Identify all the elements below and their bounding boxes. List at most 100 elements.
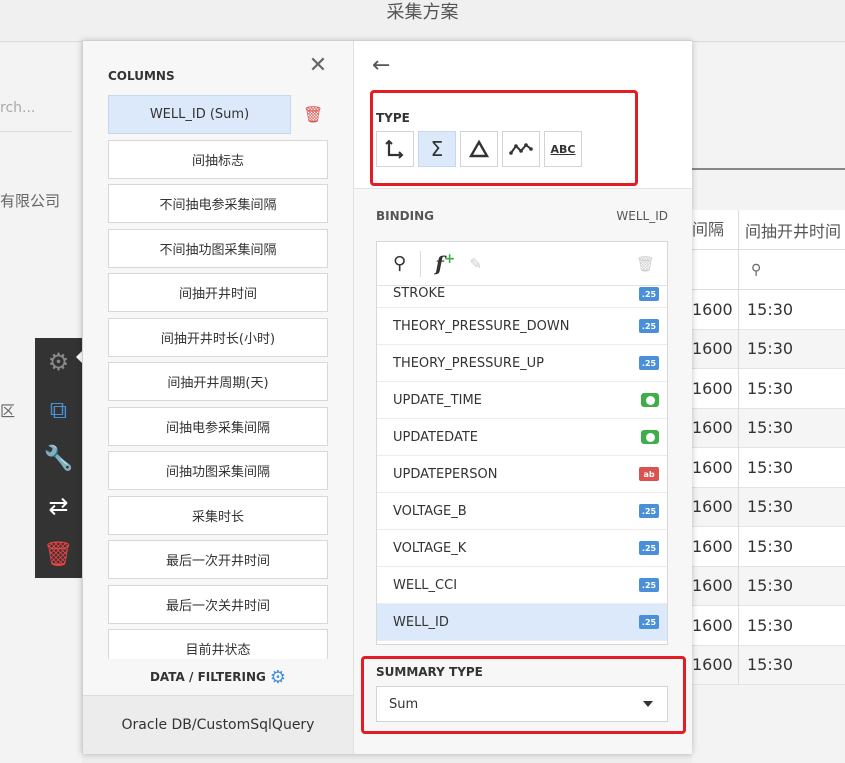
column-item[interactable]: 间抽开井时长(小时) [108, 317, 328, 357]
columns-section: COLUMNS ✕ WELL_ID (Sum) 🗑 间抽标志不间抽电参采集间隔 不间抽… [83, 41, 354, 754]
binding-item-label: VOLTAGE_K [393, 540, 467, 556]
back-arrow-icon[interactable]: ← [372, 53, 390, 78]
grid-row[interactable]: 1600 15:30 [686, 526, 845, 567]
column-item[interactable]: 间抽开井时间 [108, 273, 328, 312]
binding-item[interactable]: VOLTAGE_K .25 [377, 530, 667, 567]
grid-cell: 1600 [686, 447, 739, 487]
grid-filter-cell[interactable] [686, 249, 739, 290]
background-company-text: 有限公司 [0, 192, 61, 210]
grid-cell: 15:30 [747, 536, 794, 556]
grid-cell: 15:30 [747, 497, 794, 517]
grid-cell: 1600 [686, 368, 739, 408]
selected-column-row: WELL_ID (Sum) 🗑 [108, 95, 338, 134]
binding-item-label: UPDATEPERSON [393, 466, 498, 482]
number-type-icon: .25 [639, 615, 659, 629]
search-icon[interactable]: ⚲ [393, 253, 406, 274]
binding-item-label: THEORY_PRESSURE_UP [393, 355, 545, 371]
column-item[interactable]: 最后一次开井时间 [108, 540, 328, 579]
trash-icon[interactable]: 🗑 [636, 255, 655, 273]
background-grid: 间隔 间抽开井时间 ⚲ 1600 15:30 1600 15:30 1600 15:30 1… [685, 209, 845, 685]
number-type-icon: .25 [639, 287, 659, 301]
background-header: 采集方案 [0, 0, 845, 42]
column-item[interactable]: 不间抽功图采集间隔 [108, 228, 328, 268]
convert-icon[interactable]: ⧉ [35, 386, 82, 434]
binding-item[interactable]: WELL_CCI .25 [377, 567, 667, 604]
edit-icon[interactable]: ✎ [470, 255, 483, 273]
grid-row[interactable]: 1600 15:30 [686, 566, 845, 606]
data-source-label[interactable]: Oracle DB/CustomSqlQuery [83, 695, 353, 754]
grid-row[interactable]: 1600 15:30 [686, 605, 845, 646]
column-item[interactable]: 不间抽电参采集间隔 [108, 184, 328, 223]
grid-cell: 15:30 [747, 457, 794, 477]
grid-header-row: 间隔 间抽开井时间 [686, 209, 845, 250]
columns-list: WELL_ID (Sum) 🗑 间抽标志不间抽电参采集间隔 不间抽功图采集间隔 间抽开井… [108, 95, 338, 659]
grid-cell: 15:30 [747, 615, 794, 635]
number-type-icon: .25 [639, 541, 659, 555]
trash-icon[interactable]: 🗑 [35, 530, 82, 578]
binding-item[interactable]: THEORY_PRESSURE_DOWN .25 [377, 308, 667, 345]
column-item[interactable]: 间抽电参采集间隔 [108, 406, 328, 446]
gear-icon[interactable]: ⚙ [35, 338, 82, 386]
column-item[interactable]: 采集时长 [108, 495, 328, 535]
columns-header: COLUMNS [108, 69, 175, 83]
grid-row[interactable]: 1600 15:30 [686, 408, 845, 448]
datetime-type-icon [641, 430, 659, 444]
binding-item-label: UPDATE_TIME [393, 392, 482, 408]
toolbar-separator [420, 250, 422, 277]
number-type-icon: .25 [639, 578, 659, 592]
highlight-box-summary [361, 656, 686, 734]
column-item[interactable]: 间抽功图采集间隔 [108, 451, 328, 490]
binding-label: BINDING [376, 209, 434, 223]
binding-item[interactable]: VOLTAGE_B .25 [377, 493, 667, 530]
column-item[interactable]: 最后一次关井时间 [108, 584, 328, 624]
grid-row[interactable]: 1600 15:30 [686, 329, 845, 369]
binding-value: WELL_ID [616, 209, 668, 223]
binding-item-label: UPDATEDATE [393, 429, 478, 445]
binding-item[interactable]: UPDATEPERSON ab [377, 456, 667, 493]
background-divider [692, 168, 845, 170]
grid-cell: 15:30 [747, 299, 794, 319]
number-type-icon: .25 [639, 319, 659, 333]
grid-row[interactable]: 1600 15:30 [686, 289, 845, 330]
grid-cell: 1600 [686, 526, 739, 566]
binding-item[interactable]: WELL_ID .25 [377, 604, 667, 641]
trash-icon[interactable]: 🗑 [303, 105, 323, 124]
binding-item[interactable]: THEORY_PRESSURE_UP .25 [377, 345, 667, 382]
grid-cell: 1600 [686, 566, 739, 606]
wrench-icon[interactable]: 🔧 [35, 434, 82, 482]
grid-header-cell[interactable]: 间抽开井时间 [739, 218, 841, 242]
number-type-icon: .25 [639, 504, 659, 518]
search-icon[interactable]: ⚲ [739, 262, 761, 278]
grid-row[interactable]: 1600 15:30 [686, 487, 845, 527]
swap-icon[interactable]: ⇄ [35, 482, 82, 530]
grid-row[interactable]: 1600 15:30 [686, 368, 845, 409]
column-item[interactable]: WELL_ID (Sum) [108, 95, 291, 134]
grid-cell: 1600 [686, 645, 739, 685]
clock-icon [645, 395, 655, 405]
grid-header-cell[interactable]: 间隔 [686, 209, 739, 250]
binding-item[interactable]: UPDATE_TIME [377, 382, 667, 419]
page-title: 采集方案 [386, 2, 459, 23]
column-item[interactable]: 间抽标志 [108, 139, 328, 179]
binding-field-list: ⚲ f+ ✎ 🗑 STROKE .25 THEORY_PRESSURE_DOWN .2… [376, 241, 668, 645]
grid-filter-row: ⚲ [686, 249, 845, 290]
grid-row[interactable]: 1600 15:30 [686, 447, 845, 488]
add-calculated-field-icon[interactable]: f+ [435, 251, 455, 276]
data-filtering-button[interactable]: DATA / FILTERING ⚙ [83, 659, 353, 695]
grid-cell: 15:30 [747, 378, 794, 398]
gear-icon[interactable]: ⚙ [270, 667, 286, 688]
grid-cell: 15:30 [747, 339, 794, 359]
column-item[interactable]: 间抽开井周期(天) [108, 362, 328, 401]
grid-cell: 15:30 [747, 418, 794, 438]
grid-cell: 1600 [686, 487, 739, 527]
close-icon[interactable]: ✕ [307, 55, 329, 77]
column-item[interactable]: 目前井状态 [108, 629, 328, 659]
background-search-underline [0, 131, 72, 132]
string-type-icon: ab [639, 467, 659, 481]
background-area-text: 区 [0, 402, 16, 420]
grid-row[interactable]: 1600 15:30 [686, 645, 845, 685]
binding-item[interactable]: UPDATEDATE [377, 419, 667, 456]
background-search-input[interactable]: rch... [0, 100, 35, 116]
grid-body: 1600 15:30 1600 15:30 1600 15:30 1600 15:30 1600… [686, 289, 845, 685]
binding-item[interactable]: STROKE .25 [377, 286, 667, 308]
